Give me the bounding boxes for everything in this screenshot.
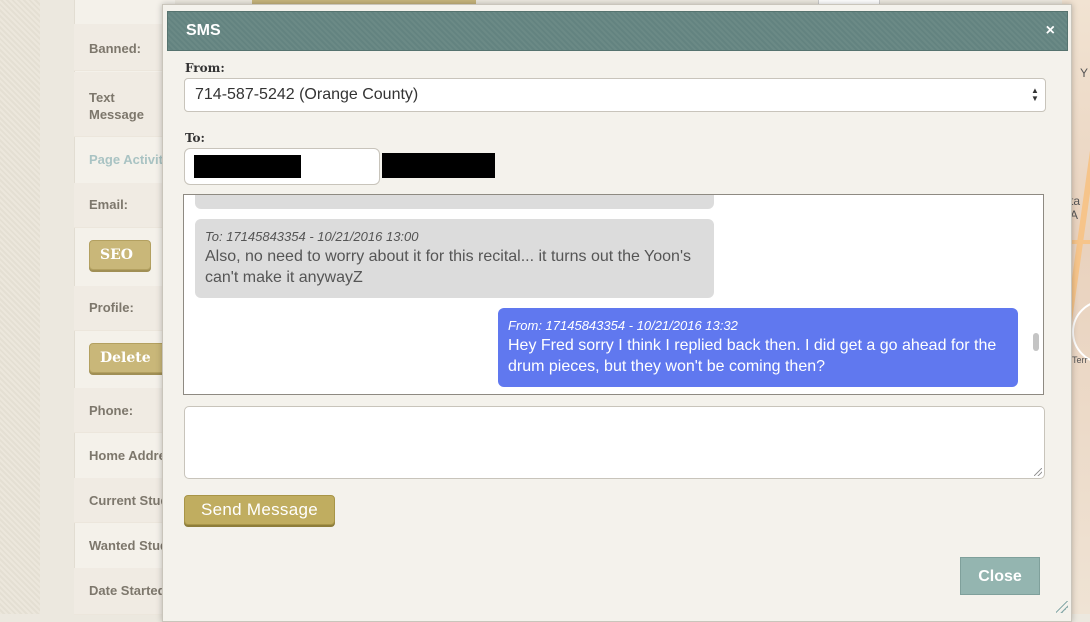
message-meta: To: 17145843354 - 10/21/2016 13:00 <box>205 229 419 244</box>
seo-button[interactable]: SEO <box>89 240 151 270</box>
message-textarea[interactable] <box>184 406 1045 479</box>
resize-handle-icon[interactable] <box>1034 468 1042 476</box>
send-message-button[interactable]: Send Message <box>184 495 335 525</box>
current-student-label: Current Student <box>89 493 169 508</box>
redacted-recipient <box>194 155 301 178</box>
from-select-value: 714-587-5242 (Orange County) <box>195 86 419 103</box>
message-text: Hey Fred sorry I think I replied back th… <box>508 337 997 375</box>
home-address-label: Home Address <box>89 448 169 463</box>
delete-button[interactable]: Delete <box>89 343 171 373</box>
phone-label: Phone: <box>89 403 134 418</box>
message-bubble-incoming: To: 17145843354 - 10/21/2016 13:00 Also,… <box>195 219 714 298</box>
message-bubble-incoming <box>195 195 714 209</box>
redacted-recipient <box>382 153 495 178</box>
banned-label: Banned: <box>89 41 141 56</box>
close-icon[interactable]: × <box>1046 23 1055 39</box>
profile-label: Profile: <box>89 300 134 315</box>
select-arrows-icon: ▲ ▼ <box>1031 86 1039 103</box>
message-bubble-outgoing: From: 17145843354 - 10/21/2016 13:32 Hey… <box>498 308 1018 387</box>
message-text: Also, no need to worry about it for this… <box>205 248 691 286</box>
sms-dialog: SMS × From: 714-587-5242 (Orange County)… <box>162 4 1072 622</box>
email-label: Email: <box>89 197 129 212</box>
dialog-title: SMS <box>186 22 221 39</box>
dialog-resize-icon[interactable] <box>1056 601 1068 613</box>
dialog-titlebar[interactable]: SMS × <box>167 11 1068 51</box>
conversation-history[interactable]: To: 17145843354 - 10/21/2016 13:00 Also,… <box>183 194 1044 395</box>
message-meta: From: 17145843354 - 10/21/2016 13:32 <box>508 318 738 333</box>
date-started-label: Date Started <box>89 583 166 598</box>
map-label: ta A <box>1070 194 1081 222</box>
map-label: Y <box>1080 66 1089 80</box>
text-enabled-label: Text Message Enabled? <box>89 90 144 122</box>
conversation-scrollbar[interactable] <box>1033 333 1039 351</box>
map-label: Terr <box>1072 355 1088 365</box>
close-button[interactable]: Close <box>960 557 1040 595</box>
to-label: To: <box>185 131 205 145</box>
from-label: From: <box>185 61 225 75</box>
from-select[interactable]: 714-587-5242 (Orange County) ▲ ▼ <box>184 78 1046 112</box>
wanted-student-label: Wanted Student <box>89 538 169 553</box>
page-activity-link[interactable]: Page Activity <box>89 151 169 168</box>
background-texture <box>0 0 40 614</box>
